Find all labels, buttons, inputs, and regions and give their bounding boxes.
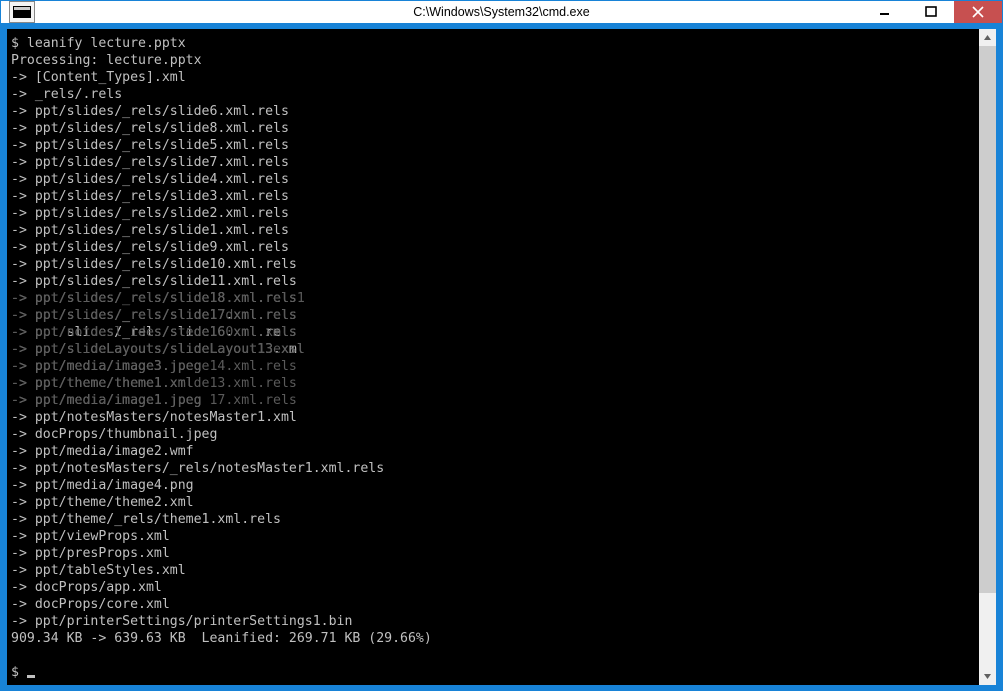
output-line: -> ppt/printerSettings/printerSettings1.…: [11, 614, 352, 629]
output-line: -> ppt/slides/_rels/slide10.xml.rels: [11, 257, 297, 272]
titlebar[interactable]: C:\Windows\System32\cmd.exe: [1, 1, 1002, 23]
output-line: -> ppt/theme/theme2.xml: [11, 495, 194, 510]
output-line: -> ppt/theme/_rels/theme1.xml.rels: [11, 512, 281, 527]
cursor: [27, 675, 35, 678]
output-line: -> ppt/slides/_rels/slide11.xml.rels: [11, 274, 297, 289]
output-line: -> ppt/slides/_rels/slide2.xml.rels: [11, 206, 289, 221]
output-line: -> ppt/notesMasters/notesMaster1.xml: [11, 410, 297, 425]
window-frame: C:\Windows\System32\cmd.exe $ leanify le…: [0, 0, 1003, 691]
scroll-down-button[interactable]: [979, 668, 996, 685]
processing-line: Processing: lecture.pptx: [11, 53, 202, 68]
output-line: -> ppt/presProps.xml: [11, 546, 170, 561]
output-line: -> ppt/media/image4.png: [11, 478, 194, 493]
output-line-overlapped: -> ppt/notdesl ides/stede160xml.xmls-> p…: [11, 324, 297, 341]
prompt: $: [11, 665, 27, 680]
maximize-button[interactable]: [908, 1, 954, 23]
scroll-track[interactable]: [979, 46, 996, 668]
output-line: -> _rels/.rels: [11, 87, 122, 102]
cmd-invocation: $ leanify lecture.pptx: [11, 36, 186, 51]
minimize-button[interactable]: [862, 1, 908, 23]
output-line-overlapped: -> ppt/slideLayouts/slideLayout13exsl-> …: [11, 341, 305, 358]
output-line: -> docProps/thumbnail.jpeg: [11, 427, 217, 442]
output-line: -> ppt/notesMasters/_rels/notesMaster1.x…: [11, 461, 384, 476]
scroll-up-button[interactable]: [979, 29, 996, 46]
terminal-wrap: $ leanify lecture.pptx Processing: lectu…: [7, 29, 996, 685]
output-line: -> ppt/slides/_rels/slide16.xml.rels: [11, 325, 297, 340]
scroll-thumb[interactable]: [979, 46, 996, 593]
output-line: -> ppt/slides/_rels/slide5.xml.rels: [11, 138, 289, 153]
terminal-output[interactable]: $ leanify lecture.pptx Processing: lectu…: [7, 29, 979, 685]
output-line-overlapped: -> ppt/slides/ rels/slide17dxml.rels-> p…: [11, 307, 297, 324]
output-line: -> ppt/slides/_rels/slide8.xml.rels: [11, 121, 289, 136]
output-line: -> ppt/slides/_rels/slide1.xml.rels: [11, 223, 289, 238]
close-button[interactable]: [954, 1, 1002, 23]
window-controls: [862, 1, 1002, 23]
output-line: -> ppt/slides/_rels/slide6.xml.rels: [11, 104, 289, 119]
output-line: -> ppt/slides/_rels/slide9.xml.rels: [11, 240, 289, 255]
output-line: -> ppt/slides/_rels/slide7.xml.rels: [11, 155, 289, 170]
output-line: -> ppt/slides/_rels/slide18.xml.rels: [11, 291, 297, 306]
output-line: -> ppt/media/image3.jpeg: [11, 359, 202, 374]
summary-line: 909.34 KB -> 639.63 KB Leanified: 269.71…: [11, 631, 432, 646]
output-line: -> ppt/slides/_rels/slide17.xml.rels: [11, 308, 297, 323]
output-line: -> docProps/app.xml: [11, 580, 162, 595]
output-line-overlapped: -> ppt/media/image1.jpeg 17.xml.rels-> p…: [11, 392, 202, 409]
output-line: -> ppt/tableStyles.xml: [11, 563, 186, 578]
vertical-scrollbar[interactable]: [979, 29, 996, 685]
output-line: -> ppt/slides/_rels/slide4.xml.rels: [11, 172, 289, 187]
output-line-overlapped: -> ppt/theme/theme1.xmlde13.xml.rels-> p…: [11, 375, 194, 392]
output-line: -> ppt/media/image2.wmf: [11, 444, 194, 459]
output-line: -> docProps/core.xml: [11, 597, 170, 612]
output-line: -> ppt/slideLayouts/slideLayout13.xml: [11, 342, 305, 357]
output-line: -> ppt/media/image1.jpeg: [11, 393, 202, 408]
output-line: -> ppt/theme/theme1.xml: [11, 376, 194, 391]
client-area-border: $ leanify lecture.pptx Processing: lectu…: [1, 23, 1002, 691]
window-title: C:\Windows\System32\cmd.exe: [1, 5, 1002, 19]
output-line: -> ppt/viewProps.xml: [11, 529, 170, 544]
output-line-overlapped: -> ppt/slides/_rels/slide18.xml.rels1-> …: [11, 290, 297, 307]
cmd-system-icon[interactable]: [9, 1, 35, 23]
output-line: -> [Content_Types].xml: [11, 70, 186, 85]
output-line-overlapped: -> ppt/media/image3.jpege14.xml.rels-> p…: [11, 358, 202, 375]
output-line: -> ppt/slides/_rels/slide3.xml.rels: [11, 189, 289, 204]
